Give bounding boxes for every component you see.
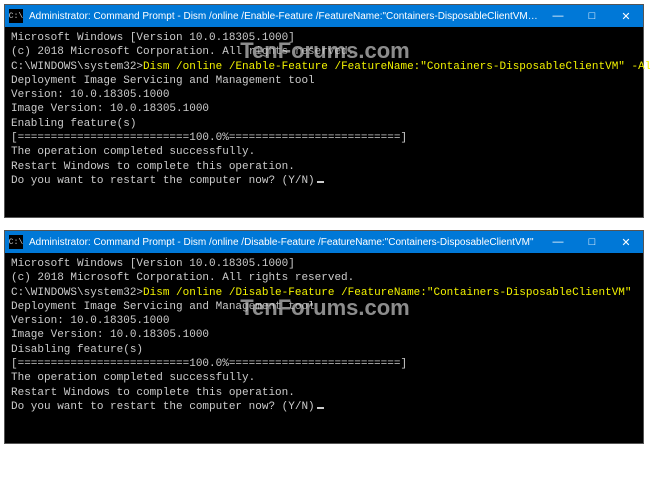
minimize-button[interactable]: — (541, 231, 575, 253)
command-line: C:\WINDOWS\system32>Dism /online /Enable… (11, 60, 637, 74)
cmd-window-disable: C:\ Administrator: Command Prompt - Dism… (4, 230, 644, 444)
output-line: Disabling feature(s) (11, 343, 637, 357)
cursor (317, 407, 324, 409)
output-line: Deployment Image Servicing and Managemen… (11, 74, 637, 88)
cmd-icon: C:\ (9, 9, 23, 23)
window-controls: — □ ✕ (541, 5, 643, 27)
prompt: C:\WINDOWS\system32> (11, 61, 143, 73)
output-line: Deployment Image Servicing and Managemen… (11, 300, 637, 314)
prompt: C:\WINDOWS\system32> (11, 287, 143, 299)
output-line: Version: 10.0.18305.1000 (11, 314, 637, 328)
output-line: Microsoft Windows [Version 10.0.18305.10… (11, 257, 637, 271)
output-line: Enabling feature(s) (11, 117, 637, 131)
close-button[interactable]: ✕ (609, 231, 643, 253)
command-text: Dism /online /Disable-Feature /FeatureNa… (143, 287, 631, 299)
output-line: (c) 2018 Microsoft Corporation. All righ… (11, 271, 637, 285)
maximize-button[interactable]: □ (575, 231, 609, 253)
cursor (317, 181, 324, 183)
command-text: Dism /online /Enable-Feature /FeatureNam… (143, 61, 650, 73)
titlebar[interactable]: C:\ Administrator: Command Prompt - Dism… (5, 5, 643, 27)
progress-line: [==========================100.0%=======… (11, 357, 637, 371)
terminal-output[interactable]: Microsoft Windows [Version 10.0.18305.10… (5, 253, 643, 443)
output-line: The operation completed successfully. (11, 371, 637, 385)
output-line: Image Version: 10.0.18305.1000 (11, 102, 637, 116)
output-line: Image Version: 10.0.18305.1000 (11, 328, 637, 342)
close-button[interactable]: ✕ (609, 5, 643, 27)
prompt-line: Do you want to restart the computer now?… (11, 174, 637, 188)
output-line: Restart Windows to complete this operati… (11, 160, 637, 174)
window-title: Administrator: Command Prompt - Dism /on… (27, 237, 541, 248)
output-line: The operation completed successfully. (11, 145, 637, 159)
output-line: Version: 10.0.18305.1000 (11, 88, 637, 102)
cmd-icon: C:\ (9, 235, 23, 249)
cmd-window-enable: C:\ Administrator: Command Prompt - Dism… (4, 4, 644, 218)
prompt-line: Do you want to restart the computer now?… (11, 400, 637, 414)
terminal-output[interactable]: Microsoft Windows [Version 10.0.18305.10… (5, 27, 643, 217)
progress-line: [==========================100.0%=======… (11, 131, 637, 145)
command-line: C:\WINDOWS\system32>Dism /online /Disabl… (11, 286, 637, 300)
window-controls: — □ ✕ (541, 231, 643, 253)
minimize-button[interactable]: — (541, 5, 575, 27)
output-line: Restart Windows to complete this operati… (11, 386, 637, 400)
maximize-button[interactable]: □ (575, 5, 609, 27)
window-title: Administrator: Command Prompt - Dism /on… (27, 11, 541, 22)
titlebar[interactable]: C:\ Administrator: Command Prompt - Dism… (5, 231, 643, 253)
output-line: Microsoft Windows [Version 10.0.18305.10… (11, 31, 637, 45)
output-line: (c) 2018 Microsoft Corporation. All righ… (11, 45, 637, 59)
